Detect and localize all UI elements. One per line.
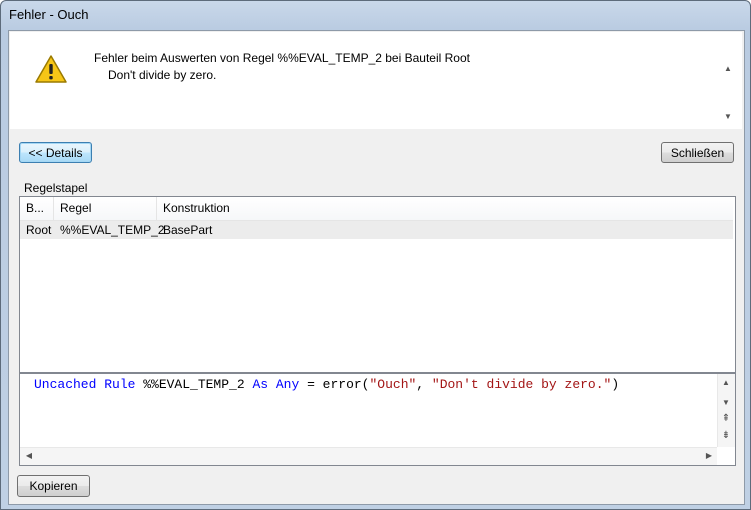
code-token: %%EVAL_TEMP_2: [135, 377, 253, 392]
scroll-down-icon[interactable]: ▼: [721, 110, 735, 124]
column-header-regel[interactable]: Regel: [54, 197, 157, 220]
table-row[interactable]: Root %%EVAL_TEMP_2 BasePart: [20, 221, 733, 239]
warning-icon: [35, 55, 67, 83]
scroll-left-icon[interactable]: ◀: [22, 449, 36, 463]
copy-button[interactable]: Kopieren: [17, 475, 90, 497]
rule-stack-list[interactable]: B... Regel Konstruktion Root %%EVAL_TEMP…: [19, 196, 736, 373]
cell-bauteil: Root: [26, 223, 52, 237]
details-button[interactable]: << Details: [19, 142, 92, 163]
dialog-client-area: Fehler beim Auswerten von Regel %%EVAL_T…: [8, 30, 745, 505]
message-scrollbar[interactable]: ▲ ▼: [721, 62, 735, 124]
close-button[interactable]: Schließen: [661, 142, 734, 163]
code-token: Uncached Rule: [34, 377, 136, 392]
scroll-up-icon[interactable]: ▲: [719, 376, 733, 390]
code-line: Uncached Rule %%EVAL_TEMP_2 As Any = err…: [34, 377, 619, 392]
column-header-konstruktion[interactable]: Konstruktion: [157, 197, 733, 220]
column-header-bauteil[interactable]: B...: [20, 197, 54, 220]
group-label: Regelstapel: [24, 181, 88, 195]
code-view[interactable]: Uncached Rule %%EVAL_TEMP_2 As Any = err…: [19, 373, 736, 466]
scroll-right-icon[interactable]: ▶: [702, 449, 716, 463]
scroll-up-icon[interactable]: ▲: [721, 62, 735, 76]
message-panel: Fehler beim Auswerten von Regel %%EVAL_T…: [10, 32, 742, 129]
page-down-icon[interactable]: ⇟: [719, 429, 733, 443]
error-message: Fehler beim Auswerten von Regel %%EVAL_T…: [94, 51, 470, 65]
error-dialog: Fehler - Ouch Fehler beim Auswerten von …: [0, 0, 751, 510]
list-header: B... Regel Konstruktion: [20, 197, 733, 221]
cell-konstruktion: BasePart: [163, 223, 213, 237]
title-bar[interactable]: Fehler - Ouch: [1, 1, 750, 29]
code-token: "Ouch": [369, 377, 417, 392]
cell-regel: %%EVAL_TEMP_2: [60, 223, 165, 237]
code-token: ): [611, 377, 620, 392]
code-horizontal-scrollbar[interactable]: ◀ ▶: [20, 447, 717, 465]
code-token: "Don't divide by zero.": [431, 377, 612, 392]
scroll-down-icon[interactable]: ▼: [719, 396, 733, 410]
code-token: = error(: [299, 377, 370, 392]
error-detail: Don't divide by zero.: [108, 68, 217, 82]
code-token: ,: [416, 377, 432, 392]
code-token: As Any: [252, 377, 300, 392]
page-up-icon[interactable]: ⇞: [719, 412, 733, 426]
window-title: Fehler - Ouch: [9, 7, 89, 22]
code-vertical-scrollbar[interactable]: ▲ ▼ ⇞ ⇟: [717, 374, 735, 447]
